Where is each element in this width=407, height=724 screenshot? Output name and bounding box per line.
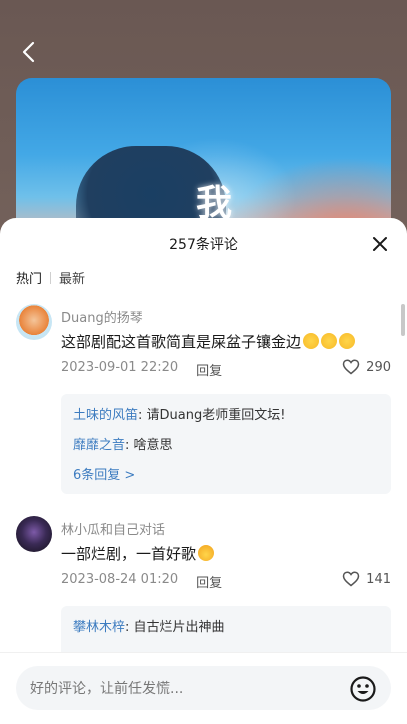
comment-count-title: 257条评论 [169,237,238,253]
reply-item: 攀林木梓: 自古烂片出神曲 [73,620,225,635]
reply-button[interactable]: 回复 [196,360,222,379]
emoji-button[interactable] [349,675,377,703]
reply-button[interactable]: 回复 [196,572,222,591]
comment-date: 2023-09-01 22:20 [61,360,179,375]
comment-date: 2023-08-24 01:20 [61,572,179,587]
comment-text: 这部剧配这首歌简直是屎盆子镶金边 [61,331,356,352]
smile-emoji-icon [339,333,356,349]
comment-text: 一部烂剧，一首好歌 [61,543,215,564]
comment-text-body: 一部烂剧，一首好歌 [61,545,197,563]
scrollbar[interactable] [401,304,405,336]
sheet-header: 257条评论 [0,218,407,270]
reply-author[interactable]: 土味的风笛 [73,408,138,423]
tab-latest[interactable]: 最新 [59,268,85,287]
back-button[interactable] [14,38,42,66]
like-button[interactable]: 141 [342,571,391,587]
reply-author[interactable]: 攀林木梓 [73,620,125,635]
comment-meta: 2023-08-24 01:20 回复 [61,572,222,591]
heart-icon [342,359,360,375]
scream-emoji-icon [198,545,215,561]
comments-sheet: 257条评论 热门 最新 Duang的扬琴 这部剧配这首歌简直是屎盆子镶金边 2… [0,218,407,724]
avatar[interactable] [16,516,52,552]
chevron-left-icon [22,41,35,63]
emoji-icon [350,676,376,702]
close-button[interactable] [371,235,389,253]
sort-tabs: 热门 最新 [16,268,85,287]
like-button[interactable]: 290 [342,359,391,375]
heart-icon [342,571,360,587]
comment-author[interactable]: Duang的扬琴 [61,307,143,326]
reply-text: 啥意思 [133,438,173,453]
comment-author[interactable]: 林小瓜和自己对话 [61,519,165,538]
close-icon [373,237,387,251]
smile-emoji-icon [321,333,338,349]
tab-divider [50,271,52,284]
tab-hot[interactable]: 热门 [16,268,42,287]
comment-input-bar: 好的评论，让前任发慌... [0,652,407,724]
reply-author[interactable]: 靡靡之音 [73,438,125,453]
reply-item: 土味的风笛: 请Duang老师重回文坛! [73,408,286,423]
comment-input-placeholder: 好的评论，让前任发慌... [30,681,184,697]
comment-input[interactable]: 好的评论，让前任发慌... [16,666,391,710]
like-count: 290 [366,359,391,375]
replies-box: 土味的风笛: 请Duang老师重回文坛! 靡靡之音: 啥意思 6条回复 > [61,394,391,494]
smile-emoji-icon [303,333,320,349]
avatar[interactable] [16,304,52,340]
more-replies-link[interactable]: 6条回复 > [73,464,379,483]
reply-text: 自古烂片出神曲 [133,620,225,635]
reply-item: 靡靡之音: 啥意思 [73,438,173,453]
comment-meta: 2023-09-01 22:20 回复 [61,360,222,379]
like-count: 141 [366,571,391,587]
comment-text-body: 这部剧配这首歌简直是屎盆子镶金边 [61,333,302,351]
reply-text: 请Duang老师重回文坛! [146,408,286,423]
